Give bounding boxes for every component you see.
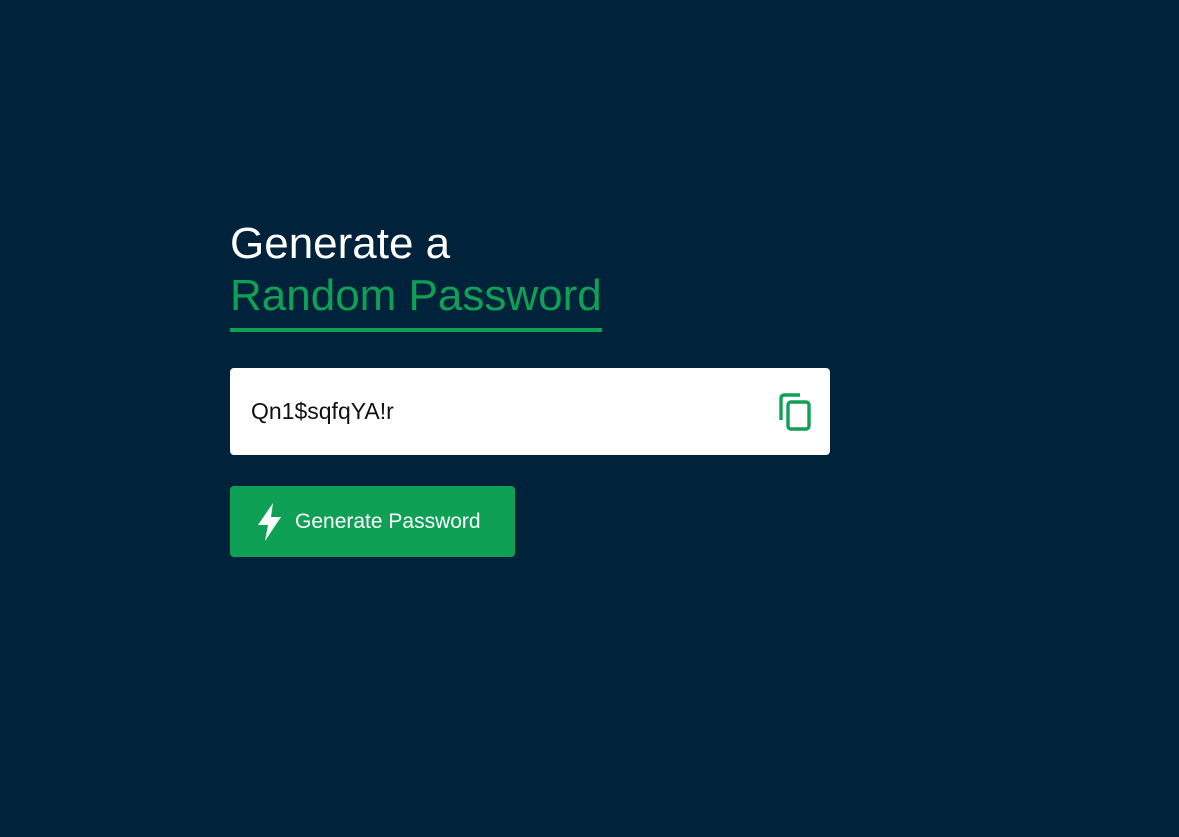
copy-button[interactable] <box>778 392 812 431</box>
lightning-bolt-icon <box>256 502 283 542</box>
page-title: Generate a Random Password <box>230 218 830 332</box>
password-display <box>230 368 830 455</box>
generate-password-button[interactable]: Generate Password <box>230 486 515 557</box>
generate-button-label: Generate Password <box>295 509 481 533</box>
copy-icon <box>779 392 811 431</box>
password-generator: Generate a Random Password Generate Pass… <box>230 218 830 557</box>
password-field[interactable] <box>251 398 731 425</box>
title-line-1: Generate a <box>230 219 451 268</box>
title-line-2: Random Password <box>230 270 602 332</box>
